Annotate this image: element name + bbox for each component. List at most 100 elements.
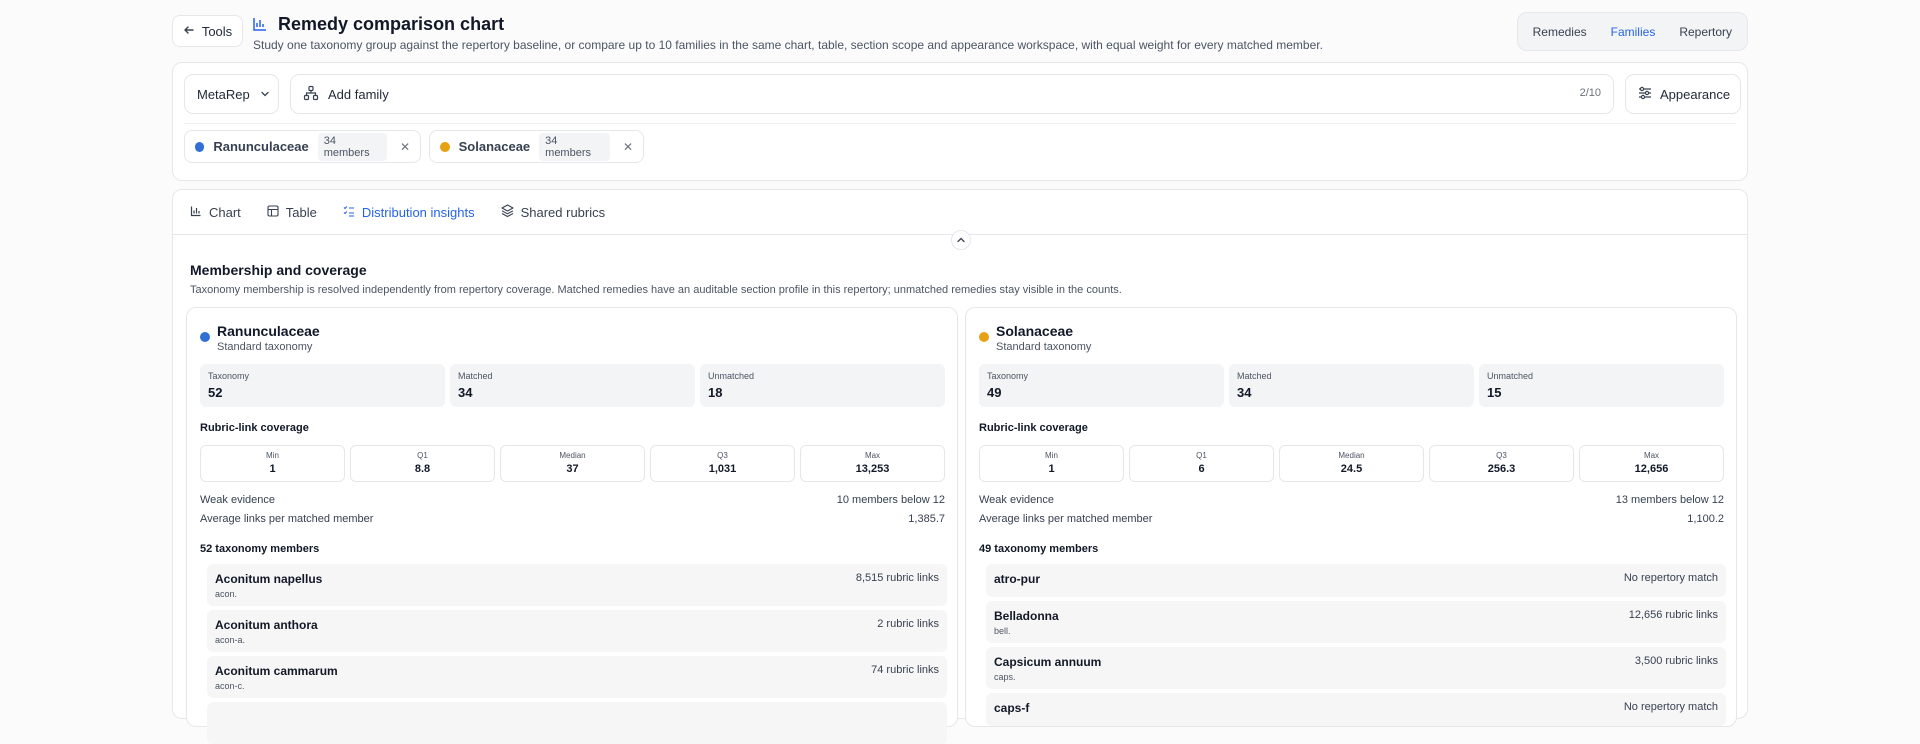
tab-bar: Chart Table Distribution insights Shared…: [173, 190, 1747, 235]
quartile-label: Q3: [717, 451, 728, 460]
hierarchy-icon: [303, 85, 319, 104]
tab-label: Distribution insights: [361, 204, 475, 220]
member-links: 3,500 rubric links: [1634, 655, 1718, 667]
checklist-icon: [343, 205, 355, 220]
average-links-label: Average links per matched member: [200, 513, 374, 525]
weak-evidence-label: Weak evidence: [979, 494, 1055, 506]
taxonomy-type: Standard taxonomy: [996, 341, 1092, 353]
family-name: Ranunculaceae: [217, 323, 320, 339]
member-row[interactable]: Aconitum napellus acon. 8,515 rubric lin…: [207, 564, 947, 606]
bar-chart-icon: [190, 205, 202, 220]
member-name: Capsicum annuum: [994, 655, 1102, 669]
chip-name: Ranunculaceae: [213, 139, 309, 154]
stat-label: Matched: [1237, 371, 1272, 381]
stat-label: Matched: [458, 371, 493, 381]
quartile-label: Min: [1045, 451, 1058, 460]
table-icon: [267, 204, 279, 220]
add-family-button[interactable]: Add family 2/10: [290, 74, 1614, 114]
mode-switcher: Remedies Families Repertory: [1516, 12, 1748, 51]
quartile-q3: Q3 1,031: [650, 445, 795, 482]
members-title: 49 taxonomy members: [979, 543, 1099, 555]
back-label: Tools: [201, 23, 233, 39]
members-title: 52 taxonomy members: [200, 543, 320, 555]
color-dot: [440, 141, 450, 152]
quartile-value: 12,656: [1634, 463, 1669, 475]
member-links: 12,656 rubric links: [1628, 609, 1718, 621]
member-row[interactable]: Belladonna bell. 12,656 rubric links: [986, 601, 1726, 643]
member-row[interactable]: caps-f No repertory match: [986, 693, 1726, 726]
analysis-card: Chart Table Distribution insights Shared…: [172, 189, 1748, 744]
quartile-q1: Q1 8.8: [350, 445, 495, 482]
page-subtitle: Study one taxonomy group against the rep…: [253, 38, 1323, 52]
bar-chart-icon: [252, 16, 268, 32]
close-icon[interactable]: ✕: [400, 140, 410, 154]
quartile-median: Median 24.5: [1279, 445, 1424, 482]
back-button[interactable]: Tools: [172, 15, 243, 47]
divider: [184, 123, 1736, 124]
stat-label: Unmatched: [1487, 371, 1534, 381]
stat-matched: Matched 34: [450, 364, 695, 407]
appearance-button[interactable]: Appearance: [1625, 74, 1741, 114]
segment-families[interactable]: Families: [1601, 19, 1666, 45]
membership-stats: Taxonomy 52 Matched 34 Unmatched 18: [200, 364, 945, 407]
quartile-value: 6: [1198, 463, 1205, 475]
quartile-label: Q1: [417, 451, 428, 460]
quartile-value: 256.3: [1487, 463, 1516, 475]
stat-taxonomy: Taxonomy 49: [979, 364, 1224, 407]
member-row[interactable]: Capsicum annuum caps. 3,500 rubric links: [986, 647, 1726, 689]
family-name: Solanaceae: [996, 323, 1074, 339]
header: Tools Remedy comparison chart Study one …: [172, 12, 1748, 56]
weak-evidence-value: 13 members below 12: [1615, 494, 1724, 506]
stat-value: 49: [987, 385, 1002, 400]
family-chip-ranunculaceae[interactable]: Ranunculaceae 34 members ✕: [184, 130, 421, 163]
quartile-max: Max 12,656: [1579, 445, 1724, 482]
family-chip-solanaceae[interactable]: Solanaceae 34 members ✕: [429, 130, 644, 163]
member-name: caps-f: [994, 701, 1030, 715]
tab-shared-rubrics[interactable]: Shared rubrics: [501, 190, 606, 235]
segment-repertory[interactable]: Repertory: [1669, 19, 1742, 45]
quartile-value: 8.8: [414, 463, 431, 475]
coverage-title: Rubric-link coverage: [200, 422, 309, 434]
member-row[interactable]: Aconitum anthora acon-a. 2 rubric links: [207, 610, 947, 652]
taxonomy-type: Standard taxonomy: [217, 341, 313, 353]
member-count-badge: 34 members: [317, 132, 387, 161]
page-title: Remedy comparison chart: [278, 14, 505, 34]
tab-label: Table: [285, 204, 317, 220]
tab-distribution-insights[interactable]: Distribution insights: [343, 190, 475, 235]
quartile-min: Min 1: [200, 445, 345, 482]
member-links: No repertory match: [1623, 701, 1718, 713]
add-family-label: Add family: [328, 86, 389, 102]
close-icon[interactable]: ✕: [623, 140, 633, 154]
stat-taxonomy: Taxonomy 52: [200, 364, 445, 407]
quartile-value: 13,253: [855, 463, 890, 475]
member-row[interactable]: [207, 702, 947, 744]
collapse-button[interactable]: [951, 230, 971, 250]
arrow-left-icon: [183, 24, 195, 39]
stat-value: 15: [1487, 385, 1502, 400]
families-card: MetaRep Add family 2/10 Appearance Ranun…: [172, 62, 1748, 181]
member-links: 8,515 rubric links: [855, 572, 939, 584]
stat-label: Taxonomy: [987, 371, 1029, 381]
member-row[interactable]: atro-pur No repertory match: [986, 564, 1726, 597]
repertory-select[interactable]: MetaRep: [184, 74, 279, 114]
segment-remedies[interactable]: Remedies: [1523, 19, 1597, 45]
quartile-label: Q1: [1196, 451, 1207, 460]
tab-chart[interactable]: Chart: [190, 190, 241, 235]
member-row[interactable]: Aconitum cammarum acon-c. 74 rubric link…: [207, 656, 947, 698]
quartile-value: 24.5: [1340, 463, 1363, 475]
quartile-value: 1: [269, 463, 276, 475]
tab-table[interactable]: Table: [267, 190, 317, 235]
coverage-quartiles: Min 1 Q1 6 Median 24.5 Q3 256.3 Max 12,656: [979, 445, 1724, 482]
member-links: 74 rubric links: [871, 664, 939, 676]
tab-label: Shared rubrics: [520, 204, 606, 220]
member-count-badge: 34 members: [539, 132, 610, 161]
quartile-label: Min: [266, 451, 279, 460]
quartile-label: Max: [1643, 451, 1660, 460]
coverage-quartiles: Min 1 Q1 8.8 Median 37 Q3 1,031 Max 13,253: [200, 445, 945, 482]
section-title: Membership and coverage: [190, 262, 367, 278]
quartile-value: 1: [1048, 463, 1055, 475]
stat-value: 52: [208, 385, 223, 400]
tab-label: Chart: [209, 204, 241, 220]
member-links: No repertory match: [1623, 572, 1718, 584]
stat-value: 34: [458, 385, 473, 400]
